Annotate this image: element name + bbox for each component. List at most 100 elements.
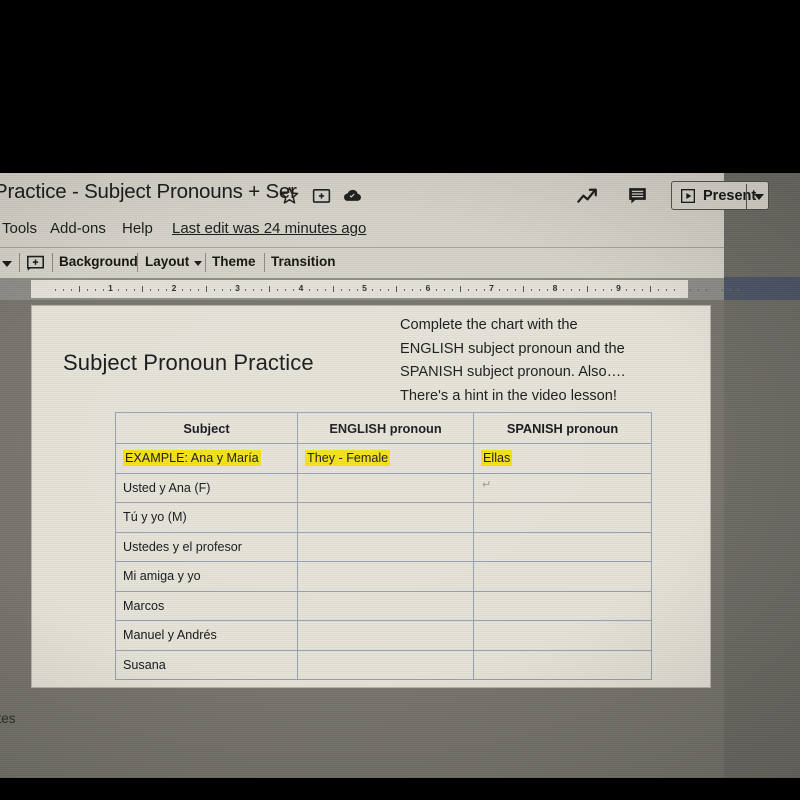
ruler-dot	[380, 289, 382, 291]
ruler-dot	[213, 289, 215, 291]
table-cell-subject[interactable]: Tú y yo (M)	[115, 502, 298, 533]
return-glyph-artifact: ↵	[482, 479, 492, 491]
ruler-dot	[261, 289, 263, 291]
instructions-text-box[interactable]: Complete the chart with the ENGLISH subj…	[400, 314, 700, 408]
ruler-tick	[459, 286, 461, 292]
table-cell-spanish[interactable]	[473, 590, 652, 621]
ruler-dot	[102, 289, 104, 291]
toolbar-overflow-caret-icon[interactable]	[2, 261, 12, 267]
table-row[interactable]: Mi amiga y yo	[115, 561, 652, 592]
menu-item-tools[interactable]: Tools	[2, 220, 37, 237]
ruler-dot	[626, 289, 628, 291]
ruler-dot	[277, 289, 279, 291]
ruler-dot	[729, 289, 731, 291]
transition-button[interactable]: Transition	[271, 254, 336, 269]
table-cell-english[interactable]	[297, 472, 474, 503]
slide-title[interactable]: Subject Pronoun Practice	[63, 350, 314, 376]
table-cell-subject[interactable]: EXAMPLE: Ana y María	[115, 443, 298, 474]
new-slide-icon[interactable]	[26, 255, 45, 272]
table-row[interactable]: Ustedes y el profesor	[115, 531, 652, 562]
table-cell-spanish[interactable]: Ellas	[473, 443, 652, 474]
table-cell-spanish[interactable]	[473, 531, 652, 562]
app-chrome: Practice - Subject Pronouns + Ser Presen…	[0, 173, 769, 278]
table-cell-english[interactable]	[297, 531, 474, 562]
ruler-dot	[420, 289, 422, 291]
ruler-dot	[404, 289, 406, 291]
table-cell-subject[interactable]: Marcos	[115, 590, 298, 621]
table-cell-english[interactable]: They - Female	[297, 443, 474, 474]
table-row[interactable]: Marcos	[115, 590, 652, 621]
activity-trend-icon[interactable]	[577, 187, 599, 207]
menu-bar: Tools Add-ons Help Last edit was 24 minu…	[0, 216, 724, 247]
ruler-dot	[324, 289, 326, 291]
background-button[interactable]: Background	[59, 254, 138, 269]
right-edge-strip	[724, 173, 800, 778]
table-cell-spanish[interactable]	[473, 649, 652, 680]
instruction-line: There's a hint in the video lesson!	[400, 387, 617, 404]
ruler-tick	[396, 286, 398, 292]
table-cell-english[interactable]	[297, 590, 474, 621]
table-cell-spanish[interactable]	[473, 620, 652, 651]
star-icon[interactable]	[279, 185, 300, 206]
ruler-dot	[610, 289, 612, 291]
horizontal-ruler[interactable]: 1 2 3 4 5 6 7 8 9	[31, 280, 739, 298]
chevron-down-icon[interactable]	[754, 194, 764, 200]
table-cell-english[interactable]	[297, 620, 474, 651]
table-row[interactable]: Susana	[115, 649, 652, 680]
table-row[interactable]: Tú y yo (M)	[115, 502, 652, 533]
present-button[interactable]: Present	[671, 181, 769, 210]
ruler-dot	[674, 289, 676, 291]
table-cell-subject[interactable]: Manuel y Andrés	[115, 620, 298, 651]
pronoun-table[interactable]: Subject ENGLISH pronoun SPANISH pronoun EXA…	[115, 412, 652, 680]
table-cell-spanish[interactable]	[473, 502, 652, 533]
table-row[interactable]: Manuel y Andrés	[115, 620, 652, 651]
play-icon	[680, 188, 696, 204]
table-cell-subject[interactable]: Susana	[115, 649, 298, 680]
ruler-dot	[578, 289, 580, 291]
ruler-dot	[126, 289, 128, 291]
ruler-dot	[689, 289, 691, 291]
table-row[interactable]: EXAMPLE: Ana y María They - Female Ellas	[115, 443, 652, 474]
table-cell-english[interactable]	[297, 502, 474, 533]
ruler-dot	[388, 289, 390, 291]
document-title[interactable]: Practice - Subject Pronouns + Ser	[0, 180, 297, 204]
ruler-dot	[412, 289, 414, 291]
table-cell-spanish[interactable]	[473, 472, 652, 503]
ruler-dot	[443, 289, 445, 291]
ruler-dot	[697, 289, 699, 291]
ruler-dot	[547, 289, 549, 291]
ruler-dot	[245, 289, 247, 291]
photo-of-screen: Practice - Subject Pronouns + Ser Presen…	[0, 0, 800, 800]
move-to-folder-icon[interactable]	[311, 185, 332, 206]
horizontal-scrollbar[interactable]	[724, 277, 800, 300]
layout-button[interactable]: Layout	[145, 254, 189, 269]
table-header-row: Subject ENGLISH pronoun SPANISH pronoun	[115, 412, 652, 444]
table-cell-subject[interactable]: Usted y Ana (F)	[115, 472, 298, 503]
last-edit-link[interactable]: Last edit was 24 minutes ago	[172, 220, 366, 237]
ruler-dot	[602, 289, 604, 291]
table-cell-spanish[interactable]	[473, 561, 652, 592]
notes-panel-label[interactable]: otes	[0, 711, 16, 726]
table-cell-english[interactable]	[297, 561, 474, 592]
ruler-tick	[523, 286, 525, 292]
table-cell-subject[interactable]: Mi amiga y yo	[115, 561, 298, 592]
screen-area: Practice - Subject Pronouns + Ser Presen…	[0, 173, 800, 778]
table-cell-subject[interactable]: Ustedes y el profesor	[115, 531, 298, 562]
comment-icon[interactable]	[627, 185, 648, 206]
menu-item-help[interactable]: Help	[122, 220, 153, 237]
title-bar: Practice - Subject Pronouns + Ser Presen…	[0, 173, 769, 216]
table-cell-english[interactable]	[297, 649, 474, 680]
menu-item-add-ons[interactable]: Add-ons	[50, 220, 106, 237]
slide[interactable]: Subject Pronoun Practice Complete the ch…	[31, 305, 711, 688]
chevron-down-icon[interactable]	[194, 261, 202, 266]
ruler-band: 1 2 3 4 5 6 7 8 9	[0, 278, 739, 300]
highlighted-text: Ellas	[481, 450, 513, 467]
table-row[interactable]: Usted y Ana (F)	[115, 472, 652, 503]
ruler-tick	[586, 286, 588, 292]
ruler-dot	[229, 289, 231, 291]
ruler-tick	[205, 286, 207, 292]
theme-button[interactable]: Theme	[212, 254, 256, 269]
ruler-tick	[332, 286, 334, 292]
ruler-number: 7	[489, 283, 494, 293]
ruler-dot	[705, 289, 707, 291]
